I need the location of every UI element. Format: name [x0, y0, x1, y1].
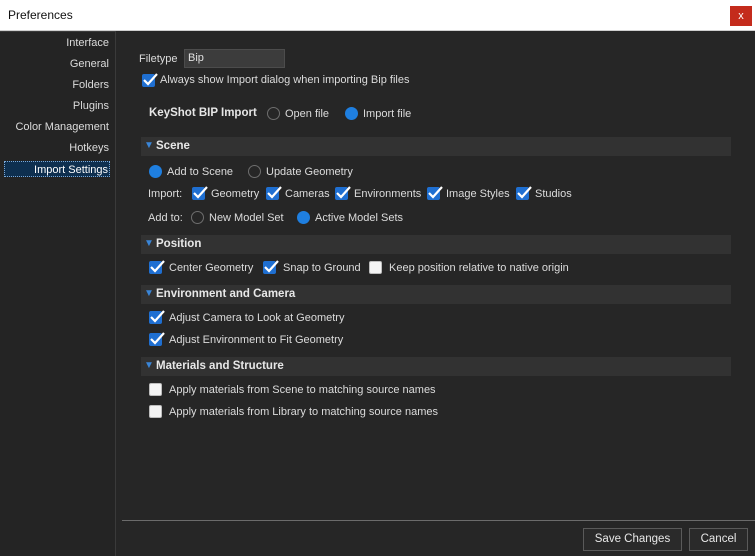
chevron-down-icon: ▼: [144, 360, 154, 371]
always-show-label: Always show Import dialog when importing…: [160, 74, 410, 86]
check-icon: [428, 186, 443, 199]
materials-section-header[interactable]: ▼ Materials and Structure: [141, 357, 731, 376]
chevron-down-icon: ▼: [144, 238, 154, 249]
import-label: Import:: [148, 188, 183, 200]
sidebar-item-import-settings[interactable]: Import Settings: [4, 161, 110, 177]
scene-section-header[interactable]: ▼ Scene: [141, 137, 731, 156]
check-icon: [143, 73, 158, 86]
import-environments-checkbox[interactable]: [335, 186, 351, 200]
import-cameras-label: Cameras: [285, 188, 330, 200]
update-geometry-radio[interactable]: [248, 165, 261, 178]
filetype-label: Filetype: [139, 53, 178, 65]
import-studios-label: Studios: [535, 188, 572, 200]
filetype-value: Bip: [188, 52, 204, 64]
adjust-camera-checkbox[interactable]: [149, 310, 165, 324]
sidebar-item-plugins[interactable]: Plugins: [73, 98, 109, 114]
add-to-label: Add to:: [148, 212, 183, 224]
import-cameras-checkbox[interactable]: [266, 186, 282, 200]
filetype-select[interactable]: Bip: [184, 49, 285, 68]
environment-camera-section-title: Environment and Camera: [156, 288, 296, 300]
environment-camera-section-header[interactable]: ▼ Environment and Camera: [141, 285, 731, 304]
sidebar-item-interface[interactable]: Interface: [66, 35, 109, 51]
import-geometry-checkbox[interactable]: [192, 186, 208, 200]
center-geometry-checkbox[interactable]: [149, 260, 165, 274]
save-changes-button[interactable]: Save Changes: [583, 528, 682, 551]
center-geometry-label: Center Geometry: [169, 262, 254, 274]
materials-from-library-checkbox[interactable]: [149, 405, 162, 418]
add-to-scene-label: Add to Scene: [167, 166, 234, 178]
position-section-header[interactable]: ▼ Position: [141, 235, 731, 254]
title-bar: Preferences x: [0, 0, 755, 31]
scene-section-title: Scene: [156, 140, 190, 152]
new-model-set-radio[interactable]: [191, 211, 204, 224]
import-image-styles-checkbox[interactable]: [427, 186, 443, 200]
snap-to-ground-label: Snap to Ground: [283, 262, 361, 274]
bip-import-label: KeyShot BIP Import: [149, 107, 257, 119]
settings-panel: Filetype Bip Always show Import dialog w…: [117, 31, 755, 556]
sidebar-item-hotkeys[interactable]: Hotkeys: [69, 140, 109, 156]
new-model-set-label: New Model Set: [209, 212, 284, 224]
adjust-environment-checkbox[interactable]: [149, 332, 165, 346]
check-icon: [264, 260, 279, 273]
adjust-environment-label: Adjust Environment to Fit Geometry: [169, 334, 344, 346]
keep-position-checkbox[interactable]: [369, 261, 382, 274]
active-model-sets-radio[interactable]: [297, 211, 310, 224]
close-button[interactable]: x: [730, 6, 752, 26]
always-show-checkbox[interactable]: [142, 73, 158, 87]
import-environments-label: Environments: [354, 188, 422, 200]
open-file-label: Open file: [285, 108, 330, 120]
materials-section-title: Materials and Structure: [156, 360, 284, 372]
import-geometry-label: Geometry: [211, 188, 260, 200]
import-file-radio[interactable]: [345, 107, 358, 120]
cancel-button[interactable]: Cancel: [689, 528, 748, 551]
keep-position-label: Keep position relative to native origin: [389, 262, 569, 274]
materials-from-library-label: Apply materials from Library to matching…: [169, 406, 438, 418]
import-file-label: Import file: [363, 108, 412, 120]
check-icon: [193, 186, 208, 199]
open-file-radio[interactable]: [267, 107, 280, 120]
materials-from-scene-label: Apply materials from Scene to matching s…: [169, 384, 436, 396]
window-title: Preferences: [8, 8, 73, 22]
sidebar-item-general[interactable]: General: [70, 56, 109, 72]
position-section-title: Position: [156, 238, 202, 250]
import-studios-checkbox[interactable]: [516, 186, 532, 200]
check-icon: [517, 186, 532, 199]
update-geometry-label: Update Geometry: [266, 166, 353, 178]
chevron-down-icon: ▼: [144, 140, 154, 151]
import-image-styles-label: Image Styles: [446, 188, 510, 200]
footer-divider: [122, 520, 755, 521]
check-icon: [336, 186, 351, 199]
materials-from-scene-checkbox[interactable]: [149, 383, 162, 396]
active-model-sets-label: Active Model Sets: [315, 212, 404, 224]
sidebar: Interface General Folders Plugins Color …: [0, 31, 116, 556]
check-icon: [150, 260, 165, 273]
sidebar-item-folders[interactable]: Folders: [72, 77, 109, 93]
snap-to-ground-checkbox[interactable]: [263, 260, 279, 274]
adjust-camera-label: Adjust Camera to Look at Geometry: [169, 312, 345, 324]
check-icon: [150, 310, 165, 323]
chevron-down-icon: ▼: [144, 288, 154, 299]
check-icon: [267, 186, 282, 199]
check-icon: [150, 332, 165, 345]
add-to-scene-radio[interactable]: [149, 165, 162, 178]
sidebar-item-color-management[interactable]: Color Management: [15, 119, 109, 135]
